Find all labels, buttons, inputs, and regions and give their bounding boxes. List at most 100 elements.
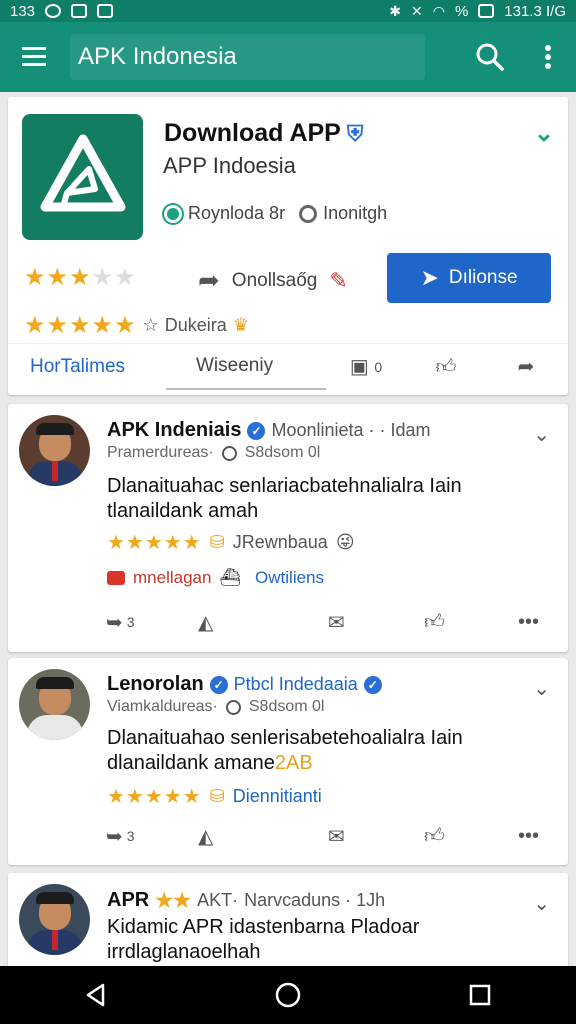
post-stars: ★★★★★: [107, 786, 202, 808]
recents-square-icon: [469, 984, 491, 1006]
share-action[interactable]: ➦ Onollsaőg ✎: [198, 265, 348, 296]
post-author: APR ★★ AKT· Narvcaduns · 1Jh: [107, 888, 385, 913]
post-card: APR ★★ AKT· Narvcaduns · 1Jh ⌄ Kidamic A…: [8, 873, 568, 973]
tag-icon: ◭: [198, 611, 214, 634]
avatar[interactable]: [19, 415, 90, 486]
post-text: Dlanaituahao senlerisabetehoalialra Iain…: [107, 726, 547, 776]
back-button[interactable]: [66, 975, 126, 1015]
home-circle-icon: [275, 982, 301, 1008]
share-label: Onollsaőg: [231, 269, 318, 291]
pen-icon: ✎: [329, 267, 348, 293]
crown-icon: ♛: [232, 315, 249, 335]
more-horizontal-icon: •••: [518, 824, 540, 847]
post-meta: Viamkaldureas· S8dsom 0l: [107, 698, 324, 716]
download-icon: [97, 4, 114, 18]
reply-arrow-icon: ➥: [106, 611, 123, 634]
tab-like[interactable]: 👍︎: [406, 344, 486, 390]
app-rating-stars: ★★★★★: [24, 264, 137, 291]
overflow-menu-button[interactable]: [520, 22, 576, 92]
author-extra: Ptbcl Indedaaia: [233, 674, 358, 694]
app-bar-title: APK Indonesia: [70, 34, 425, 80]
clock-icon: [299, 204, 318, 223]
tag-button[interactable]: ◭: [198, 824, 213, 849]
like-button[interactable]: 👍︎: [424, 610, 445, 634]
app-title-text: Download APP: [164, 119, 341, 147]
post-meta-left: Viamkaldureas·: [107, 698, 218, 715]
author-name[interactable]: APR: [107, 889, 149, 912]
menu-button[interactable]: [0, 22, 70, 92]
post-rating-label: JRewnbaua: [232, 532, 328, 552]
post-text-line2: dlanaildank amane2AB: [107, 751, 547, 776]
author-extra: Moonlinieta · · Idam: [271, 420, 431, 440]
more-button[interactable]: •••: [518, 611, 539, 634]
reply-arrow-icon: ➥: [106, 825, 123, 848]
status-time: 133: [10, 2, 36, 20]
post-meta: Narvcaduns · 1Jh: [244, 890, 386, 910]
bag-icon: ⛁: [209, 532, 225, 552]
tag-red[interactable]: mnellagan: [133, 568, 211, 588]
post-author: APK Indeniais ✓ Moonlinieta · · Idam: [107, 419, 431, 442]
like-button[interactable]: 👍︎: [424, 824, 445, 848]
tab-image[interactable]: ▣ 0: [326, 344, 406, 390]
app-meta-left: Roynloda 8r: [188, 203, 286, 223]
emoji-icon: 😜︎: [335, 532, 355, 552]
post-rating-label[interactable]: Diennitianti: [233, 786, 322, 807]
post-stars: ★★★★★: [107, 532, 202, 554]
verified-icon: ✓: [247, 421, 266, 440]
thumbs-up-icon: 👍︎: [424, 825, 445, 847]
share-icon: ➦: [517, 356, 535, 378]
author-name[interactable]: Lenorolan: [107, 673, 204, 696]
mail-button[interactable]: ✉: [328, 824, 345, 849]
share-count: 3: [126, 614, 135, 630]
post-actions: ➥ 3 ◭ ✉ 👍︎ •••: [8, 602, 568, 642]
search-button[interactable]: [460, 22, 520, 92]
post-actions: ➥ 3 ◭ ✉ 👍︎ •••: [8, 816, 568, 856]
app-title: Download APP ⛨: [164, 119, 363, 148]
video-icon: [107, 571, 125, 585]
post-meta-right: S8dsom 0l: [244, 444, 321, 461]
post-rating: ★★★★★ ⛁ JRewnbaua 😜︎: [107, 530, 355, 555]
recents-button[interactable]: [450, 975, 510, 1015]
share-button[interactable]: ➥ 3: [106, 824, 135, 849]
more-button[interactable]: •••: [518, 825, 539, 848]
green-dot-icon: [164, 204, 182, 223]
tab-second[interactable]: Wiseeniy: [166, 344, 326, 390]
wifi-icon: ◠: [432, 2, 445, 19]
author-stars: ★★: [155, 890, 192, 912]
tag-blue[interactable]: Owtiliens: [255, 568, 324, 588]
post-text-highlight: 2AB: [274, 752, 313, 774]
notification-icon: [45, 4, 62, 18]
shield-icon: ⛨: [346, 121, 364, 146]
home-button[interactable]: [258, 975, 318, 1015]
install-button[interactable]: ➤ Dılionse: [387, 253, 551, 303]
avatar[interactable]: [19, 884, 90, 955]
bag-icon: ⛁: [209, 786, 225, 806]
tab-first[interactable]: HorTalimes: [8, 344, 166, 390]
post-text-line2-main: dlanaildank amane: [107, 752, 275, 774]
post-text: Kidamic APR idastenbarna Pladoar irrdlag…: [107, 916, 420, 963]
tab-share[interactable]: ➦: [486, 344, 566, 390]
tab-bar: HorTalimes Wiseeniy ▣ 0 👍︎ ➦: [8, 343, 568, 390]
share-button[interactable]: ➥ 3: [106, 610, 135, 635]
image-gallery-icon: ▣: [349, 356, 369, 378]
signal-battery-text: %: [454, 2, 469, 20]
chevron-down-icon[interactable]: ⌄: [533, 676, 550, 701]
star-outline-icon: ☆: [142, 315, 159, 335]
hamburger-icon: [22, 47, 46, 66]
post-rating: ★★★★★ ⛁ Diennitianti: [107, 784, 322, 809]
author-name[interactable]: APK Indeniais: [107, 419, 241, 442]
avatar[interactable]: [19, 669, 90, 740]
chevron-down-icon[interactable]: ⌄: [534, 119, 554, 148]
app-card: Download APP ⛨ APP Indoesia ⌄ Roynloda 8r…: [8, 97, 568, 395]
post-author: Lenorolan ✓ Ptbcl Indedaaia ✓: [107, 673, 382, 696]
chevron-down-icon[interactable]: ⌄: [533, 891, 550, 916]
app-logo[interactable]: [22, 114, 143, 240]
tag-button[interactable]: ◭: [198, 610, 213, 635]
status-bar: 133 ✱ ✕ ◠ % 131.3 I/G: [0, 0, 576, 22]
ship-icon: ⛴: [219, 568, 242, 587]
chevron-down-icon[interactable]: ⌄: [533, 422, 550, 447]
rating-label: Dukeira: [164, 315, 227, 335]
mute-icon: ✕: [410, 2, 423, 19]
app-rating-row: ★★★★★ ☆ Dukeira ♛: [24, 311, 249, 340]
mail-button[interactable]: ✉: [328, 610, 345, 635]
